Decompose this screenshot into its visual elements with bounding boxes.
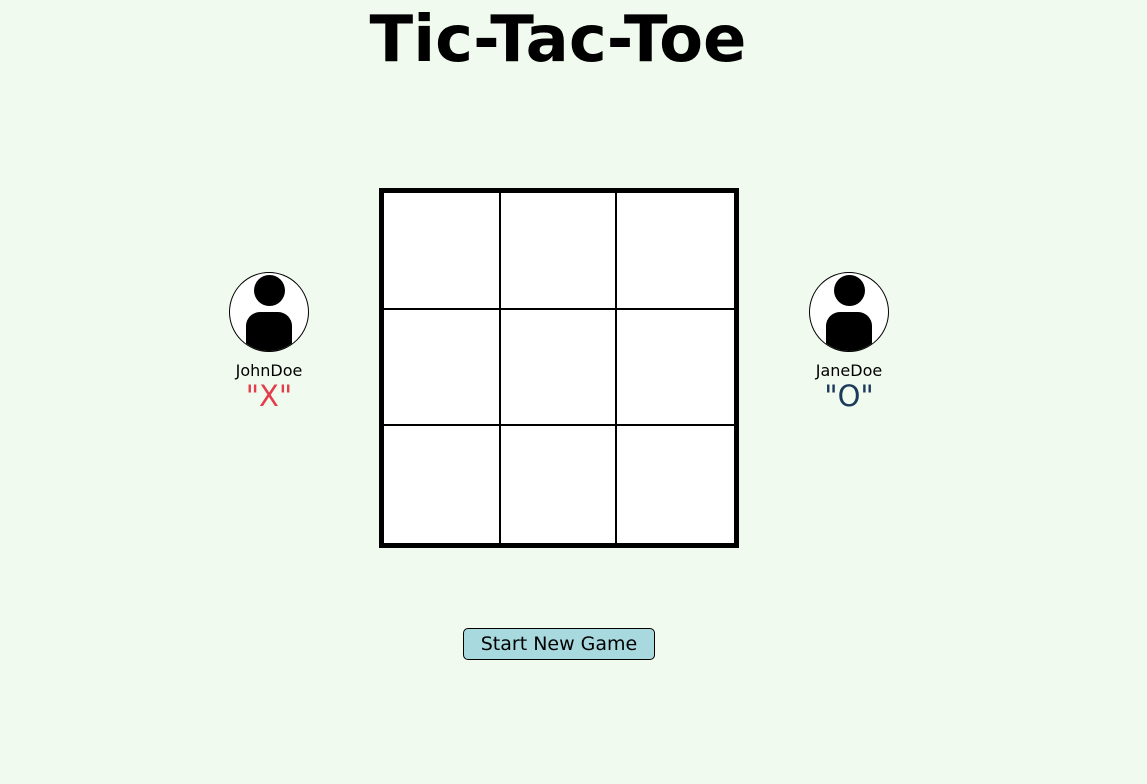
player-one-panel: JohnDoe "X" bbox=[199, 272, 339, 411]
player-two-name: JaneDoe bbox=[815, 361, 883, 380]
avatar-head bbox=[254, 275, 285, 306]
avatar-body bbox=[246, 312, 292, 351]
player-two-symbol: "O" bbox=[824, 379, 874, 413]
avatar-body bbox=[826, 312, 872, 351]
page-title: Tic-Tac-Toe bbox=[369, 3, 747, 77]
avatar-head bbox=[834, 275, 865, 306]
board-cell-1[interactable] bbox=[384, 193, 501, 310]
board-cell-7[interactable] bbox=[384, 426, 501, 543]
user-avatar-icon bbox=[809, 272, 889, 352]
player-two-panel: JaneDoe "O" bbox=[779, 272, 919, 411]
board-cell-2[interactable] bbox=[500, 193, 618, 310]
player-one-symbol: "X" bbox=[245, 379, 293, 413]
board-cell-4[interactable] bbox=[384, 309, 501, 427]
board-cell-8[interactable] bbox=[500, 426, 618, 543]
board-cell-5[interactable] bbox=[500, 309, 618, 427]
start-new-game-button[interactable]: Start New Game bbox=[463, 628, 655, 660]
board-cell-6[interactable] bbox=[617, 309, 734, 427]
board-cell-3[interactable] bbox=[617, 193, 734, 310]
user-avatar-icon bbox=[229, 272, 309, 352]
player-one-name: JohnDoe bbox=[235, 361, 303, 380]
board-cell-9[interactable] bbox=[617, 426, 734, 543]
game-board bbox=[379, 188, 739, 548]
